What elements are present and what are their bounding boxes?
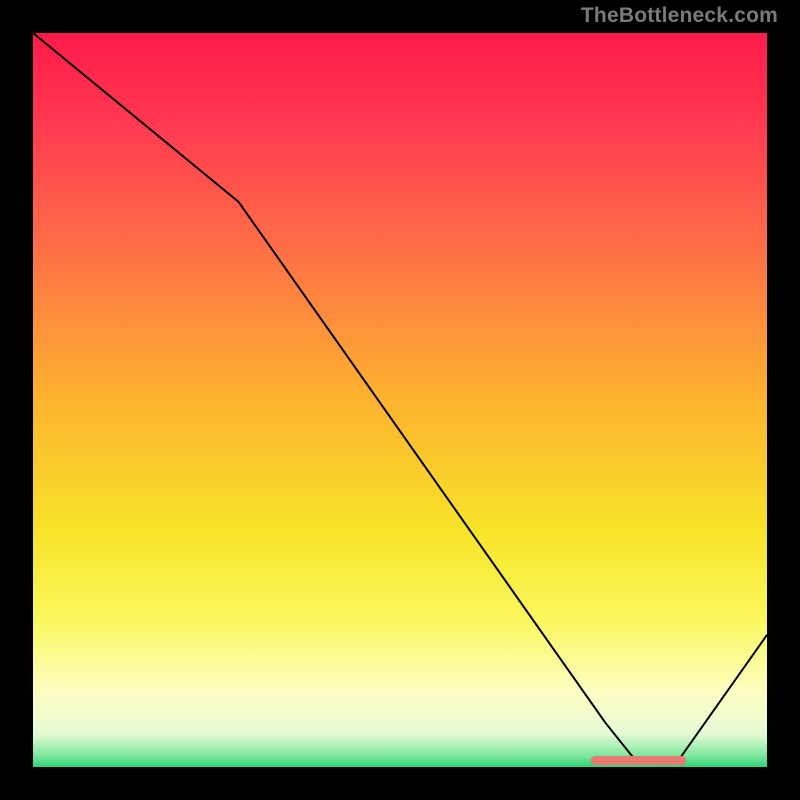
bottleneck-curve: [33, 33, 767, 767]
watermark-text: TheBottleneck.com: [581, 4, 778, 28]
plot-area: [33, 33, 767, 767]
chart-frame: TheBottleneck.com: [0, 0, 800, 800]
optimal-range-marker: [591, 756, 686, 765]
